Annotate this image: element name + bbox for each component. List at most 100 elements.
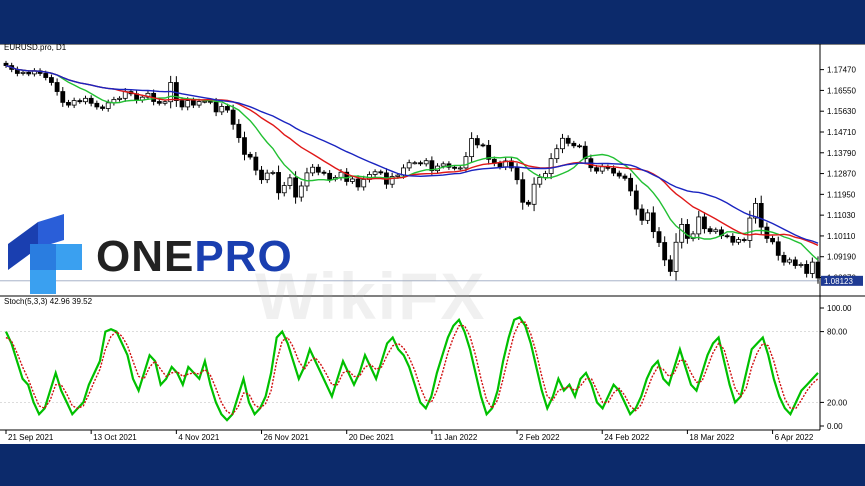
- price-tick-label: 1.10110: [827, 232, 856, 241]
- candle: [758, 195, 764, 235]
- candle: [66, 99, 71, 108]
- candle: [49, 74, 54, 86]
- x-tick-label: 21 Sep 2021: [8, 433, 54, 442]
- stoch-tick-label: 20.00: [827, 398, 848, 407]
- candle: [429, 156, 435, 175]
- candle: [645, 209, 651, 225]
- candle: [406, 159, 412, 172]
- candle: [71, 97, 77, 109]
- candle: [315, 164, 321, 176]
- onepro-logo-icon: [8, 214, 82, 294]
- candle: [486, 140, 492, 165]
- price-tick-label: 1.13790: [827, 149, 856, 158]
- candle: [684, 219, 690, 244]
- candle: [662, 236, 668, 267]
- candle: [798, 262, 804, 268]
- candle: [508, 157, 514, 172]
- candle: [679, 218, 685, 249]
- x-axis: 21 Sep 2021 13 Oct 2021 4 Nov 2021 26 Nov 2…: [5, 430, 814, 442]
- x-tick-label: 13 Oct 2021: [93, 433, 137, 442]
- candle: [628, 173, 634, 196]
- price-tick-label: 1.16550: [827, 86, 856, 95]
- candle: [577, 143, 582, 149]
- x-tick-label: 4 Nov 2021: [178, 433, 219, 442]
- candle: [503, 157, 509, 171]
- onepro-logo: ONEPRO: [8, 214, 292, 294]
- candle: [270, 170, 276, 176]
- candle: [753, 197, 758, 224]
- x-tick-label: 2 Feb 2022: [519, 433, 560, 442]
- x-tick-label: 11 Jan 2022: [434, 433, 478, 442]
- candle: [287, 174, 293, 190]
- candle: [304, 167, 310, 192]
- candle: [724, 233, 730, 239]
- candle: [713, 227, 719, 234]
- candle: [259, 165, 264, 184]
- candle: [412, 160, 418, 165]
- candle: [656, 227, 662, 248]
- price-tick-label: 1.17470: [827, 66, 856, 75]
- candle: [707, 226, 713, 235]
- price-tick-label: 1.09190: [827, 253, 856, 262]
- candle: [815, 256, 821, 284]
- candle: [117, 96, 122, 102]
- candle: [531, 177, 537, 212]
- x-tick-label: 26 Nov 2021: [264, 433, 310, 442]
- candle: [480, 142, 486, 148]
- candle: [650, 206, 656, 239]
- candle: [173, 76, 179, 107]
- candle: [474, 135, 480, 149]
- candle: [770, 235, 775, 245]
- candle: [236, 119, 242, 143]
- candle: [298, 181, 304, 202]
- candle: [526, 199, 531, 207]
- candle: [543, 170, 548, 181]
- candle: [696, 210, 702, 240]
- candle: [389, 172, 395, 188]
- candle: [100, 104, 105, 111]
- candle: [3, 60, 9, 68]
- price-tick-label: 1.15630: [827, 107, 856, 116]
- price-tick-label: 1.12870: [827, 170, 856, 179]
- candle: [730, 233, 736, 246]
- candle: [418, 160, 423, 166]
- stoch-d-line: [5, 321, 819, 416]
- candle: [242, 131, 247, 161]
- stoch-panel-title: Stoch(5,3,3) 42.96 39.52: [4, 297, 93, 306]
- candle: [321, 170, 327, 176]
- candle: [111, 96, 117, 106]
- current-price-label: 1.08123: [824, 277, 853, 286]
- candle: [775, 236, 781, 261]
- candle: [134, 90, 140, 104]
- candle: [736, 237, 741, 245]
- candle: [673, 233, 679, 281]
- candle: [792, 256, 798, 269]
- candle: [702, 212, 707, 234]
- candle: [764, 222, 770, 244]
- candle: [372, 169, 378, 177]
- candle: [94, 100, 100, 110]
- wikifx-watermark: WikiFX: [255, 259, 487, 333]
- candle: [469, 132, 475, 163]
- stoch-tick-label: 80.00: [827, 328, 848, 337]
- candle: [809, 257, 815, 279]
- candle: [639, 204, 645, 225]
- candle: [667, 255, 673, 277]
- candle: [622, 173, 628, 181]
- candle: [565, 135, 571, 147]
- price-tick-label: 1.11030: [827, 211, 856, 220]
- x-tick-label: 20 Dec 2021: [349, 433, 395, 442]
- top-band: [0, 0, 865, 44]
- candle: [264, 169, 270, 184]
- candle: [781, 251, 787, 266]
- price-panel-title: EURUSD.pro, D1: [4, 44, 67, 52]
- candle: [276, 165, 281, 200]
- candle: [605, 164, 611, 171]
- candle: [571, 140, 577, 149]
- x-tick-label: 6 Apr 2022: [775, 433, 814, 442]
- candle: [423, 158, 429, 167]
- candle: [247, 151, 253, 160]
- x-tick-label: 24 Feb 2022: [604, 433, 649, 442]
- candle: [633, 184, 639, 216]
- candle: [253, 151, 259, 176]
